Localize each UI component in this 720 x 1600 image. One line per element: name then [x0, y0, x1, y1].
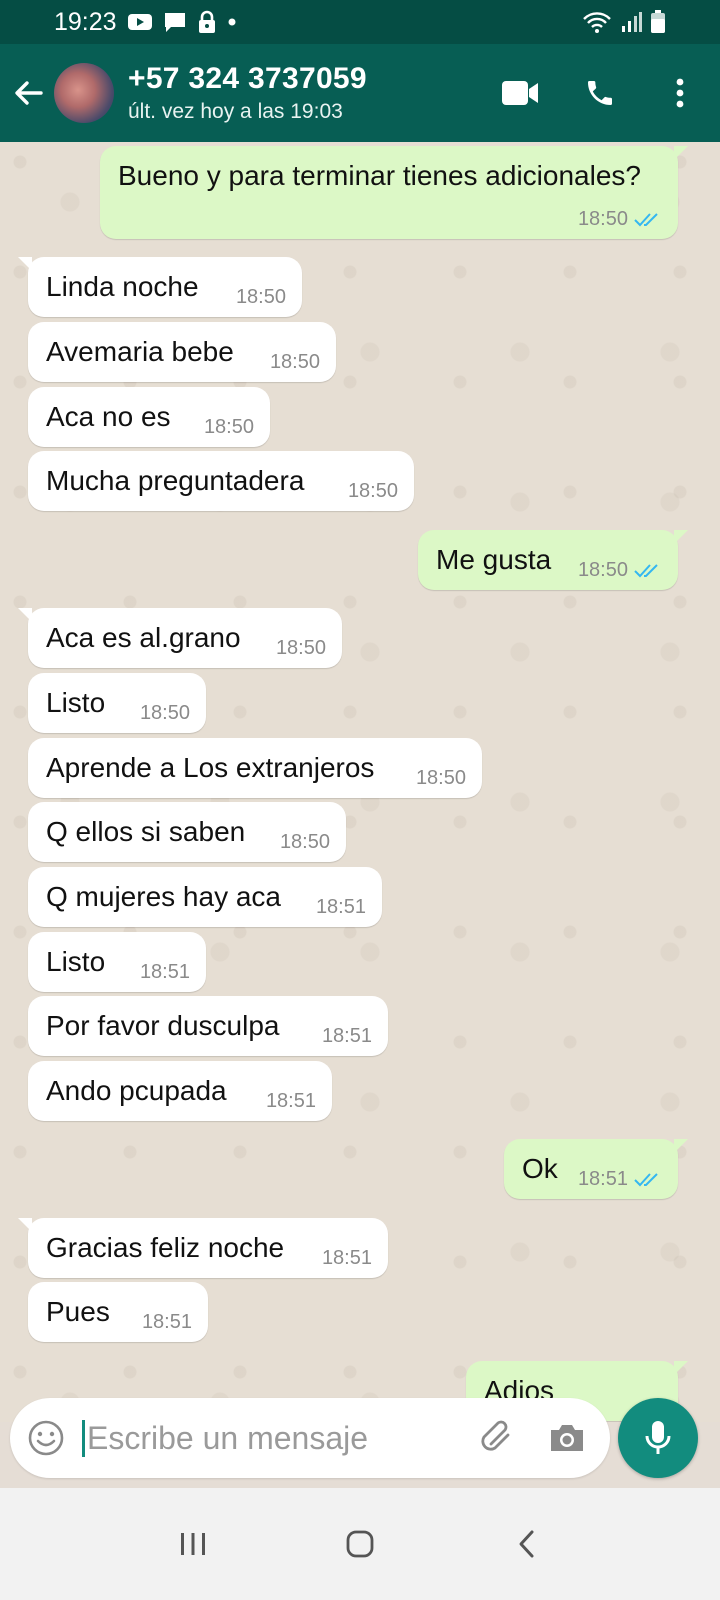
recent-apps-button[interactable]: [153, 1504, 233, 1584]
message-time: 18:50: [415, 767, 466, 789]
message-time: 18:50: [347, 480, 398, 502]
message-time: 18:51: [315, 896, 366, 918]
message-bubble-incoming[interactable]: Pues 18:51: [28, 1282, 208, 1342]
message-text: Mucha preguntadera: [46, 465, 305, 496]
back-nav-button[interactable]: [487, 1504, 567, 1584]
message-time: 18:50: [203, 416, 254, 438]
camera-icon: [551, 1425, 583, 1451]
contact-info[interactable]: +57 324 3737059 últ. vez hoy a las 19:03: [128, 62, 367, 124]
message-text: Q ellos si saben: [46, 816, 246, 847]
camera-button[interactable]: [532, 1398, 602, 1478]
message-bubble-outgoing[interactable]: Ok 18:51: [504, 1139, 688, 1199]
double-check-icon: [634, 212, 658, 226]
message-time: 18:51: [265, 1090, 316, 1112]
message-time: 18:51: [321, 1025, 372, 1047]
message-text: Ok: [522, 1153, 558, 1184]
message-input[interactable]: [82, 1419, 462, 1457]
message-text: Pues: [46, 1296, 110, 1327]
message-composer: [10, 1398, 610, 1478]
dot-icon: [227, 17, 237, 27]
message-text: Avemaria bebe: [46, 336, 234, 367]
message-text: Me gusta: [436, 544, 552, 575]
signal-icon: [620, 11, 642, 33]
message-text: Listo: [46, 687, 106, 718]
back-button[interactable]: [4, 44, 54, 142]
message-text: Ando pcupada: [46, 1075, 227, 1106]
message-time: 18:50: [275, 637, 326, 659]
chat-messages[interactable]: Bueno y para terminar tienes adicionales…: [0, 142, 720, 1422]
message-text: Linda noche: [46, 271, 199, 302]
lock-icon: [197, 10, 217, 34]
phone-icon: [588, 81, 612, 105]
battery-icon: [650, 10, 666, 34]
back-arrow-icon: [15, 81, 43, 105]
double-check-icon: [634, 1172, 658, 1186]
message-time: 18:51: [139, 961, 190, 983]
message-bubble-incoming[interactable]: Ando pcupada 18:51: [28, 1061, 332, 1121]
message-text: Aca es al.grano: [46, 622, 241, 653]
video-call-button[interactable]: [480, 44, 560, 142]
system-navigation-bar: [0, 1488, 720, 1600]
message-text: Q mujeres hay aca: [46, 881, 281, 912]
chat-header: +57 324 3737059 últ. vez hoy a las 19:03: [0, 44, 720, 142]
emoji-button[interactable]: [10, 1398, 82, 1478]
recent-apps-icon: [181, 1533, 206, 1555]
message-time: 18:51: [141, 1311, 192, 1333]
message-bubble-incoming[interactable]: Aprende a Los extranjeros 18:50: [28, 738, 482, 798]
message-time: 18:50: [577, 559, 628, 581]
attach-button[interactable]: [462, 1398, 532, 1478]
more-vert-icon: [676, 78, 684, 108]
status-time: 19:23: [54, 7, 117, 36]
message-time: 18:51: [321, 1247, 372, 1269]
last-seen: últ. vez hoy a las 19:03: [128, 100, 343, 123]
more-options-button[interactable]: [640, 44, 720, 142]
message-time: 18:50: [279, 831, 330, 853]
wifi-icon: [582, 11, 612, 33]
voice-message-button[interactable]: [618, 1398, 698, 1478]
message-bubble-incoming[interactable]: Por favor dusculpa 18:51: [28, 996, 388, 1056]
message-bubble-incoming[interactable]: Q ellos si saben 18:50: [28, 802, 346, 862]
message-text: Listo: [46, 946, 106, 977]
message-bubble-incoming[interactable]: Listo 18:51: [28, 932, 206, 992]
home-button[interactable]: [320, 1504, 400, 1584]
contact-avatar[interactable]: [54, 63, 114, 123]
mic-icon: [645, 1421, 671, 1454]
message-text: Aca no es: [46, 401, 171, 432]
home-icon: [346, 1530, 374, 1558]
message-bubble-outgoing[interactable]: Bueno y para terminar tienes adicionales…: [100, 146, 688, 239]
video-call-icon: [502, 81, 538, 105]
attach-icon: [481, 1420, 510, 1451]
message-bubble-incoming[interactable]: Linda noche 18:50: [18, 257, 302, 317]
contact-name: +57 324 3737059: [128, 62, 367, 95]
message-bubble-incoming[interactable]: Q mujeres hay aca 18:51: [28, 867, 382, 927]
message-bubble-incoming[interactable]: Aca no es 18:50: [28, 387, 270, 447]
youtube-notification-icon: [127, 12, 153, 32]
message-text: Bueno y para terminar tienes adicionales…: [118, 160, 641, 191]
message-notification-icon: [163, 11, 187, 33]
status-bar: 19:23: [0, 0, 720, 44]
emoji-icon: [28, 1420, 64, 1456]
message-bubble-incoming[interactable]: Mucha preguntadera 18:50: [28, 451, 414, 511]
message-time: 18:50: [139, 702, 190, 724]
message-bubble-incoming[interactable]: Gracias feliz noche 18:51: [18, 1218, 388, 1278]
chevron-left-icon: [519, 1530, 534, 1558]
message-text: Gracias feliz noche: [46, 1232, 285, 1263]
message-time: 18:51: [577, 1168, 628, 1190]
message-text: Aprende a Los extranjeros: [46, 752, 375, 783]
message-bubble-outgoing[interactable]: Me gusta 18:50: [418, 530, 688, 590]
message-bubble-incoming[interactable]: Aca es al.grano 18:50: [18, 608, 342, 668]
message-time: 18:50: [235, 286, 286, 308]
voice-call-button[interactable]: [560, 44, 640, 142]
message-time: 18:50: [269, 351, 320, 373]
message-bubble-incoming[interactable]: Listo 18:50: [28, 673, 206, 733]
message-bubble-incoming[interactable]: Avemaria bebe 18:50: [28, 322, 336, 382]
double-check-icon: [634, 563, 658, 577]
message-time: 18:50: [577, 208, 628, 230]
message-text: Por favor dusculpa: [46, 1010, 280, 1041]
